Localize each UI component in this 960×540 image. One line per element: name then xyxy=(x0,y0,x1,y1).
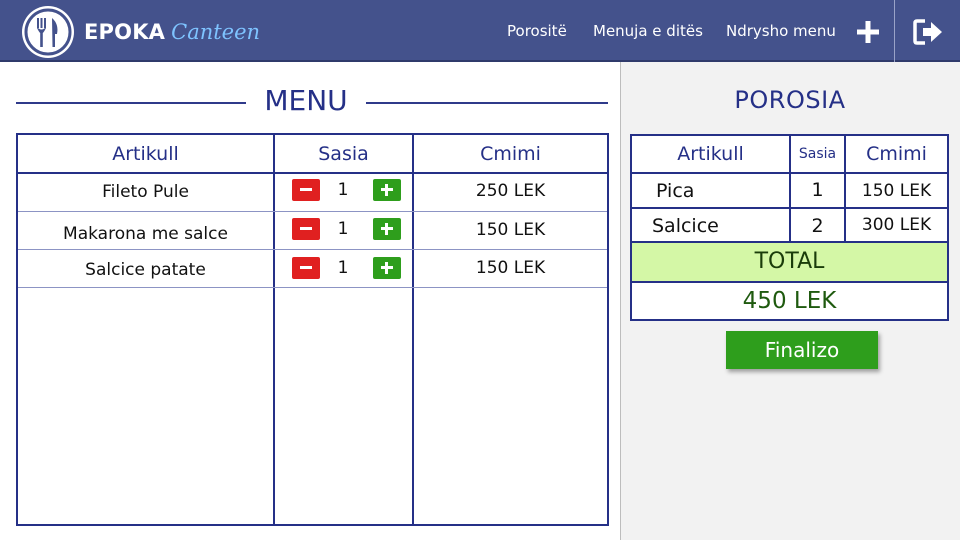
row-divider xyxy=(18,287,607,288)
menu-item-price: 150 LEK xyxy=(475,220,546,240)
decrease-quantity-button[interactable] xyxy=(292,179,320,201)
brand-main: EPOKA xyxy=(84,20,166,44)
header-divider xyxy=(894,0,895,62)
menu-item-name: Makarona me salce xyxy=(63,224,228,244)
order-item-name: Salcice xyxy=(652,215,719,237)
increase-quantity-button[interactable] xyxy=(373,179,401,201)
order-table: Artikull Sasia Cmimi Pica 1 150 LEK Salc… xyxy=(630,134,949,321)
column-header-price: Cmimi xyxy=(480,143,541,165)
increase-quantity-button[interactable] xyxy=(373,257,401,279)
top-bar: EPOKA Canteen Porositë Menuja e ditës Ndr… xyxy=(0,0,960,62)
menu-title-rule-right xyxy=(366,102,608,104)
column-header-item: Artikull xyxy=(677,143,744,165)
increase-quantity-button[interactable] xyxy=(373,218,401,240)
menu-title: MENU xyxy=(264,84,348,117)
order-item-name: Pica xyxy=(656,180,695,202)
order-item-quantity: 2 xyxy=(811,215,824,237)
plus-icon[interactable] xyxy=(856,20,880,44)
total-value: 450 LEK xyxy=(742,288,837,314)
menu-item-quantity: 1 xyxy=(337,258,349,278)
order-item-price: 150 LEK xyxy=(861,181,932,201)
menu-title-rule-left xyxy=(16,102,246,104)
logo xyxy=(22,6,74,58)
menu-item-price: 150 LEK xyxy=(475,258,546,278)
brand-sub: Canteen xyxy=(171,20,261,44)
order-item-quantity: 1 xyxy=(811,179,824,201)
menu-item-quantity: 1 xyxy=(337,180,349,200)
logout-icon[interactable] xyxy=(913,18,945,46)
nav-change-menu[interactable]: Ndrysho menu xyxy=(726,22,836,44)
nav-daily-menu[interactable]: Menuja e ditës xyxy=(593,22,703,44)
menu-table: Artikull Sasia Cmimi Fileto Pule 1 250 L… xyxy=(16,133,609,526)
menu-item-name: Fileto Pule xyxy=(102,182,189,202)
column-header-price: Cmimi xyxy=(866,143,927,165)
column-header-quantity: Sasia xyxy=(318,143,369,165)
brand: EPOKA Canteen xyxy=(84,20,260,48)
total-label: TOTAL xyxy=(632,243,947,281)
decrease-quantity-button[interactable] xyxy=(292,218,320,240)
order-item-price: 300 LEK xyxy=(861,215,932,235)
fork-knife-icon xyxy=(24,8,72,56)
finalize-button[interactable]: Finalizo xyxy=(726,331,878,369)
menu-item-quantity: 1 xyxy=(337,219,349,239)
menu-item-name: Salcice patate xyxy=(85,260,206,280)
column-header-item: Artikull xyxy=(112,143,179,165)
decrease-quantity-button[interactable] xyxy=(292,257,320,279)
nav-orders[interactable]: Porositë xyxy=(507,22,567,44)
menu-item-price: 250 LEK xyxy=(475,181,546,201)
column-divider xyxy=(273,135,275,524)
column-header-quantity: Sasia xyxy=(798,146,837,162)
order-title: POROSIA xyxy=(734,86,846,114)
